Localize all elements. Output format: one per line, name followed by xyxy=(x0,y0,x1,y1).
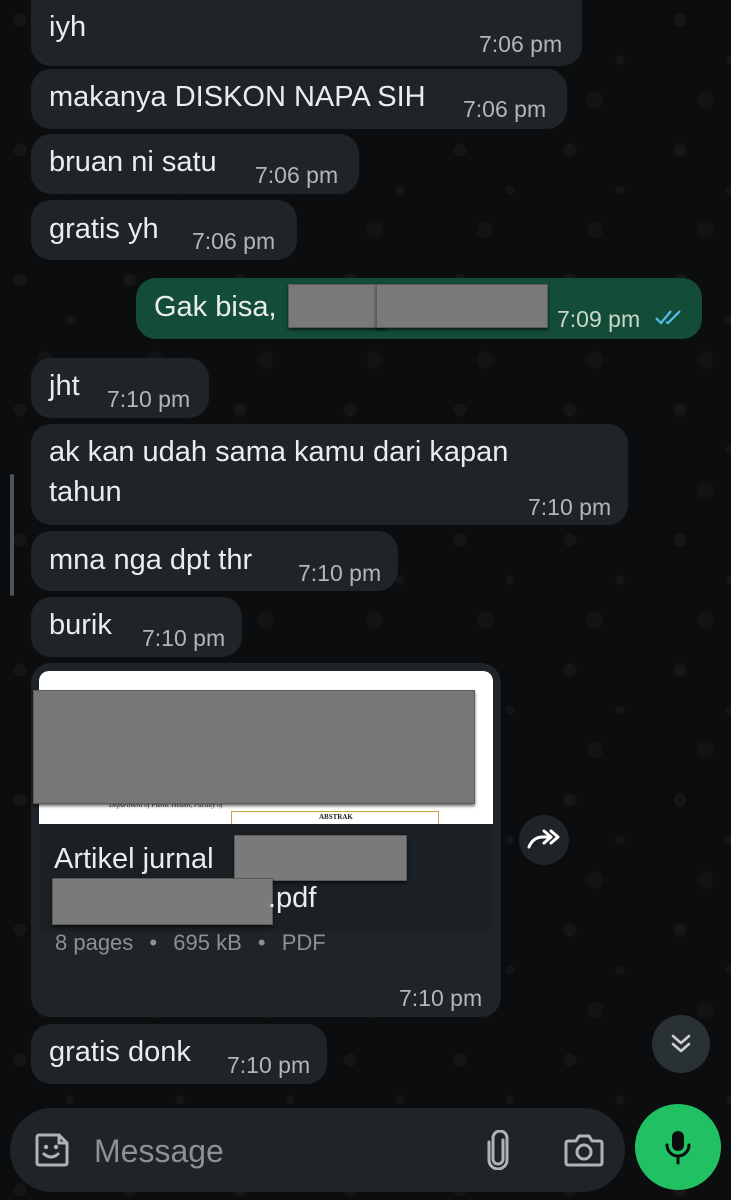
forward-icon xyxy=(527,829,561,851)
document-extension: .pdf xyxy=(268,882,317,914)
message-time: 7:06 pm xyxy=(192,228,276,254)
message-bubble[interactable]: jht 7:10 pm xyxy=(31,358,209,418)
message-bubble[interactable]: makanya DISKON NAPA SIH 7:06 pm xyxy=(31,69,567,129)
message-time: 7:10 pm xyxy=(142,625,226,651)
document-pages: 8 pages xyxy=(55,930,134,955)
meta-separator: • xyxy=(257,930,266,955)
scroll-indicator[interactable] xyxy=(10,474,14,596)
message-text-line: tahun xyxy=(49,476,122,508)
microphone-icon xyxy=(664,1129,692,1165)
paperclip-icon[interactable] xyxy=(480,1128,516,1172)
document-meta: 8 pages • 695 kB • PDF xyxy=(55,930,326,956)
redacted-preview xyxy=(33,690,475,804)
redacted-name xyxy=(376,284,548,328)
message-text: Gak bisa, xyxy=(154,291,277,323)
message-text: mna nga dpt thr xyxy=(49,544,253,576)
message-time: 7:10 pm xyxy=(399,985,483,1011)
double-check-icon xyxy=(654,307,686,332)
document-size: 695 kB xyxy=(173,930,242,955)
camera-icon[interactable] xyxy=(562,1128,606,1172)
message-bubble[interactable]: gratis yh 7:06 pm xyxy=(31,200,297,260)
message-bubble[interactable]: gratis donk 7:10 pm xyxy=(31,1024,327,1084)
message-time: 7:10 pm xyxy=(107,386,191,412)
message-time: 7:06 pm xyxy=(463,96,547,122)
document-message[interactable]: Department of Public Health, Faculty of … xyxy=(31,663,501,1017)
message-bubble[interactable]: iyh 7:06 pm xyxy=(31,0,582,66)
redacted-name xyxy=(288,284,385,328)
message-text: bruan ni satu xyxy=(49,146,217,178)
message-composer xyxy=(10,1108,625,1192)
double-chevron-down-icon xyxy=(668,1031,694,1057)
message-text: makanya DISKON NAPA SIH xyxy=(49,81,426,113)
sticker-icon[interactable] xyxy=(30,1128,74,1172)
meta-separator: • xyxy=(149,930,158,955)
message-text: jht xyxy=(49,370,80,402)
message-time: 7:09 pm xyxy=(557,306,641,332)
message-bubble[interactable]: ak kan udah sama kamu dari kapan tahun 7… xyxy=(31,424,628,525)
message-text-line: ak kan udah sama kamu dari kapan xyxy=(49,436,509,468)
document-name: Artikel jurnal xyxy=(54,843,214,875)
redacted-filename xyxy=(52,878,273,925)
mic-button[interactable] xyxy=(635,1104,721,1190)
message-text: gratis donk xyxy=(49,1036,191,1068)
message-text: iyh xyxy=(49,11,87,43)
message-bubble[interactable]: mna nga dpt thr 7:10 pm xyxy=(31,531,398,591)
document-type: PDF xyxy=(281,930,326,955)
message-bubble[interactable]: bruan ni satu 7:06 pm xyxy=(31,134,359,194)
message-time: 7:06 pm xyxy=(479,31,563,57)
message-bubble-outgoing[interactable]: Gak bisa, 7:09 pm xyxy=(136,278,702,339)
message-time: 7:10 pm xyxy=(227,1052,311,1078)
preview-abstract-heading: ABSTRAK xyxy=(319,813,353,821)
message-time: 7:10 pm xyxy=(298,560,382,586)
document-info[interactable]: Artikel jurnal .pdf 8 pages • 695 kB • P… xyxy=(39,824,493,955)
message-time: 7:06 pm xyxy=(255,162,339,188)
message-time: 7:10 pm xyxy=(528,494,612,520)
message-text: gratis yh xyxy=(49,213,159,245)
message-text: burik xyxy=(49,609,112,641)
message-bubble[interactable]: burik 7:10 pm xyxy=(31,597,242,657)
redacted-filename xyxy=(234,835,407,881)
forward-button[interactable] xyxy=(519,815,569,865)
message-input[interactable] xyxy=(92,1126,466,1176)
scroll-to-bottom-button[interactable] xyxy=(652,1015,710,1073)
